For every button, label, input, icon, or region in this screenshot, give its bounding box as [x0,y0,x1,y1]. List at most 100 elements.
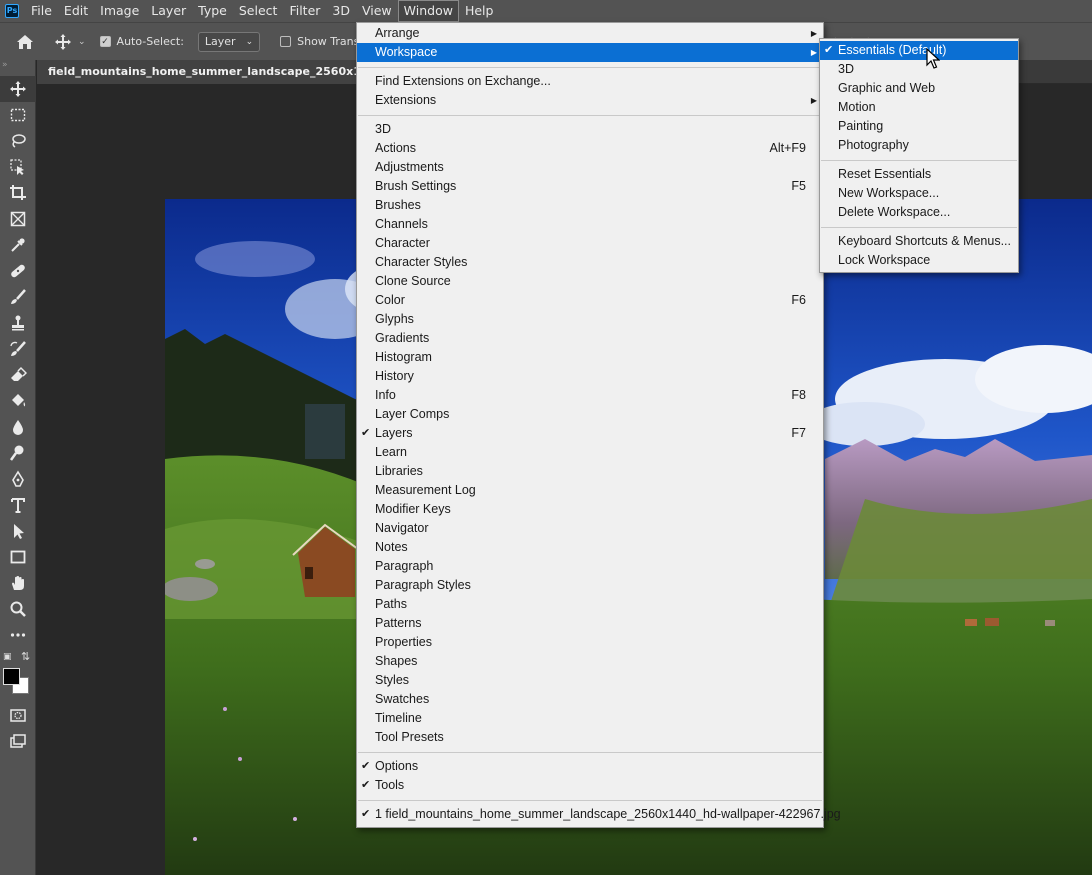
window-menu-item-brushes[interactable]: Brushes [357,196,823,215]
workspace-menu-item-reset-essentials[interactable]: Reset Essentials [820,165,1018,184]
window-menu-item-extensions[interactable]: Extensions ▶ [357,91,823,110]
brush-tool[interactable] [0,284,36,310]
window-menu-item-paragraph[interactable]: Paragraph [357,557,823,576]
window-menu-item-arrange[interactable]: Arrange ▶ [357,24,823,43]
window-menu-item-3d[interactable]: 3D [357,120,823,139]
auto-select-checkbox[interactable]: ✓ [99,36,111,47]
default-colors-icon[interactable]: ▣ [3,652,12,662]
more-tools[interactable] [0,622,36,648]
window-menu-item-timeline[interactable]: Timeline [357,709,823,728]
submenu-arrow-icon: ▶ [810,29,817,38]
menu-window[interactable]: Window [397,0,459,22]
window-menu-item-measurement-log[interactable]: Measurement Log [357,481,823,500]
menu-layer[interactable]: Layer [145,0,192,22]
clone-stamp-tool[interactable] [0,310,36,336]
workspace-menu-item-new-workspace[interactable]: New Workspace... [820,184,1018,203]
window-menu-item-adjustments[interactable]: Adjustments [357,158,823,177]
blur-tool[interactable] [0,414,36,440]
window-menu-item-label: Modifier Keys [375,502,451,516]
window-menu-item-patterns[interactable]: Patterns [357,614,823,633]
window-menu-item-color[interactable]: Color F6 [357,291,823,310]
menu-3d[interactable]: 3D [326,0,356,22]
window-menu-item-learn[interactable]: Learn [357,443,823,462]
window-menu-item-gradients[interactable]: Gradients [357,329,823,348]
foreground-color-swatch[interactable] [3,668,20,685]
menu-image[interactable]: Image [94,0,145,22]
type-tool[interactable] [0,492,36,518]
window-menu-item-styles[interactable]: Styles [357,671,823,690]
window-menu-item-character[interactable]: Character [357,234,823,253]
frame-tool[interactable] [0,206,36,232]
window-menu-item-swatches[interactable]: Swatches [357,690,823,709]
quick-mask-button[interactable] [0,702,36,728]
window-menu-item-tools[interactable]: ✔ Tools [357,776,823,795]
window-menu-item-actions[interactable]: Actions Alt+F9 [357,139,823,158]
history-brush-tool[interactable] [0,336,36,362]
window-menu-item-history[interactable]: History [357,367,823,386]
move-tool-preset-icon[interactable] [54,33,72,51]
workspace-menu-item-keyboard-shortcuts-menus[interactable]: Keyboard Shortcuts & Menus... [820,232,1018,251]
swap-colors-icon[interactable]: ⇅ [21,650,30,663]
workspace-menu-item-3d[interactable]: 3D [820,60,1018,79]
object-select-tool[interactable] [0,154,36,180]
menu-view[interactable]: View [356,0,398,22]
panel-collapse-icon[interactable]: » [0,60,35,76]
lasso-tool[interactable] [0,128,36,154]
window-menu-item-character-styles[interactable]: Character Styles [357,253,823,272]
window-menu-item-workspace[interactable]: Workspace ▶ [357,43,823,62]
menu-edit[interactable]: Edit [58,0,94,22]
menu-help[interactable]: Help [459,0,500,22]
window-menu-item-histogram[interactable]: Histogram [357,348,823,367]
window-menu-item-channels[interactable]: Channels [357,215,823,234]
crop-tool[interactable] [0,180,36,206]
menu-select[interactable]: Select [233,0,284,22]
path-select-tool[interactable] [0,518,36,544]
dodge-tool[interactable] [0,440,36,466]
window-menu-item-libraries[interactable]: Libraries [357,462,823,481]
window-menu-item-layer-comps[interactable]: Layer Comps [357,405,823,424]
workspace-menu-item-essentials-default[interactable]: ✔ Essentials (Default) [820,41,1018,60]
rectangle-tool[interactable] [0,544,36,570]
zoom-tool[interactable] [0,596,36,622]
window-menu-item-find-extensions-on-exchange[interactable]: Find Extensions on Exchange... [357,72,823,91]
window-menu-item-paths[interactable]: Paths [357,595,823,614]
workspace-menu-item-photography[interactable]: Photography [820,136,1018,155]
window-menu-item-info[interactable]: Info F8 [357,386,823,405]
marquee-tool[interactable] [0,102,36,128]
window-menu-item-notes[interactable]: Notes [357,538,823,557]
window-menu-item-layers[interactable]: ✔ Layers F7 [357,424,823,443]
eyedropper-tool[interactable] [0,232,36,258]
menu-type[interactable]: Type [192,0,233,22]
paint-bucket-tool[interactable] [0,388,36,414]
window-menu-item-shapes[interactable]: Shapes [357,652,823,671]
window-menu-item-1-field-mountains-home-summer-landscape-[interactable]: ✔ 1 field_mountains_home_summer_landscape… [357,805,841,824]
window-menu-item-tool-presets[interactable]: Tool Presets [357,728,823,747]
app-logo[interactable]: Ps [5,4,19,18]
workspace-menu-item-delete-workspace[interactable]: Delete Workspace... [820,203,1018,222]
pen-tool[interactable] [0,466,36,492]
window-menu-item-properties[interactable]: Properties [357,633,823,652]
screen-mode-button[interactable] [0,728,36,754]
window-menu-item-paragraph-styles[interactable]: Paragraph Styles [357,576,823,595]
workspace-menu-item-painting[interactable]: Painting [820,117,1018,136]
workspace-menu-item-graphic-and-web[interactable]: Graphic and Web [820,79,1018,98]
workspace-menu-item-lock-workspace[interactable]: Lock Workspace [820,251,1018,270]
menu-file[interactable]: File [25,0,58,22]
eraser-tool[interactable] [0,362,36,388]
move-tool[interactable] [0,76,36,102]
window-menu-item-options[interactable]: ✔ Options [357,757,823,776]
window-menu-item-brush-settings[interactable]: Brush Settings F5 [357,177,823,196]
document-tab[interactable]: field_mountains_home_summer_landscape_25… [37,60,367,84]
home-button[interactable] [0,34,50,50]
window-menu-item-modifier-keys[interactable]: Modifier Keys [357,500,823,519]
auto-select-target-dropdown[interactable]: Layer ⌄ [197,31,261,52]
show-transform-checkbox[interactable] [280,36,292,47]
window-menu-item-clone-source[interactable]: Clone Source [357,272,823,291]
healing-brush-tool[interactable] [0,258,36,284]
window-menu-item-navigator[interactable]: Navigator [357,519,823,538]
chevron-down-icon[interactable]: ⌄ [78,37,86,47]
window-menu-item-glyphs[interactable]: Glyphs [357,310,823,329]
workspace-menu-item-motion[interactable]: Motion [820,98,1018,117]
menu-filter[interactable]: Filter [283,0,326,22]
hand-tool[interactable] [0,570,36,596]
